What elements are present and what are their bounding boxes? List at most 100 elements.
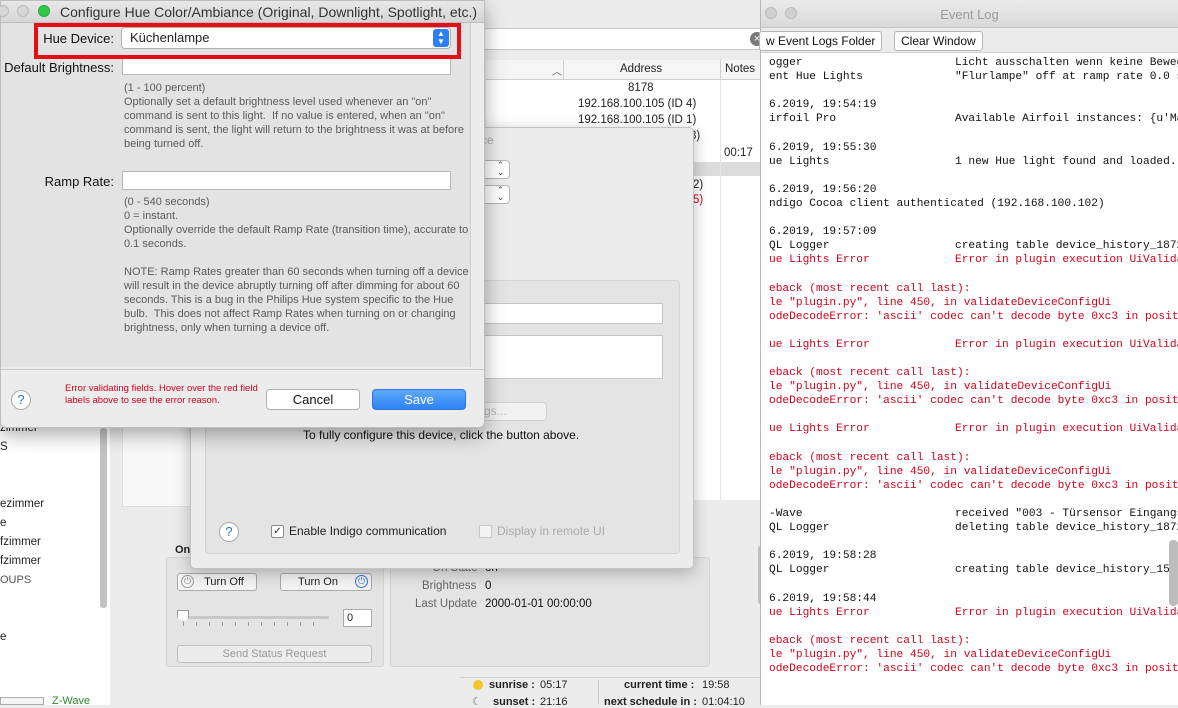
type-popup[interactable]: ⌃ ⌄ [481, 160, 510, 179]
clear-window-button[interactable]: Clear Window [894, 31, 983, 51]
device-info-panel: On State on Brightness 0 Last Update 200… [390, 557, 710, 667]
slider-ticks [183, 622, 323, 626]
log-message: creating table device_history_1872653 [955, 240, 1178, 253]
event-log-titlebar: Event Log [761, 0, 1178, 28]
log-source: eback (most recent call last): [769, 634, 971, 647]
configure-hue-dialog: Configure Hue Color/Ambiance (Original, … [0, 0, 486, 429]
help-icon[interactable]: ? [11, 390, 31, 410]
sidebar-item[interactable]: fzimmer [0, 536, 41, 548]
log-message: creating table device_history_1546112 [955, 564, 1178, 577]
log-message: received "003 - Türsensor Eingangstür [955, 508, 1178, 520]
table-row[interactable]: 192.168.100.105 (ID 4) [486, 97, 770, 113]
brightness-slider[interactable] [179, 616, 329, 619]
sunset-value: 21:16 [540, 696, 568, 708]
brightness-level-field[interactable]: 0 [343, 609, 372, 627]
log-source: odeDecodeError: 'ascii' codec can't deco… [769, 663, 1178, 676]
log-source: odeDecodeError: 'ascii' codec can't deco… [769, 479, 1178, 492]
sidebar-item[interactable]: e [0, 517, 6, 529]
save-button[interactable]: Save [372, 389, 466, 410]
window-minimize-icon[interactable] [0, 5, 9, 17]
window-zoom-icon[interactable] [38, 5, 50, 17]
sun-icon [473, 680, 483, 690]
default-brightness-label: Default Brightness: [4, 60, 114, 75]
dialog-footer: ? Error validating fields. Hover over th… [1, 369, 486, 429]
log-line: QL Logger deleting table device_history_1… [769, 521, 1178, 535]
sunset-label: sunset : [493, 696, 536, 708]
cancel-button[interactable]: Cancel [266, 389, 360, 410]
list-area [122, 425, 192, 507]
log-line: ndigo Cocoa client authenticated (192.16… [769, 197, 1178, 211]
sidebar-item[interactable]: S [0, 441, 8, 453]
default-brightness-field[interactable] [122, 59, 451, 75]
log-message: Available Airfoil instances: {u'MacPro [955, 113, 1178, 126]
column-notes[interactable]: Notes [725, 63, 755, 75]
turn-off-button[interactable]: ⏻ Turn Off [177, 573, 257, 591]
edit-device-settings-button[interactable]: gs... [481, 402, 547, 421]
column-divider [720, 80, 721, 500]
log-line: 6.2019, 19:55:30 [769, 141, 1178, 155]
column-address[interactable]: Address [620, 63, 662, 75]
device-table-header: ︿ Address Notes [486, 60, 770, 80]
search-input[interactable]: × [480, 28, 768, 50]
power-on-icon: ⏻ [355, 575, 368, 588]
zwave-label: Z-Wave [52, 695, 91, 707]
log-source: ue Lights Error [769, 423, 870, 436]
log-source: QL Logger [769, 240, 830, 253]
log-line: odeDecodeError: 'ascii' codec can't deco… [769, 479, 1178, 493]
event-log-window: Event Log w Event Logs Folder Clear Wind… [759, 0, 1178, 705]
last-update-label: Last Update [415, 598, 478, 610]
sidebar-footer-field[interactable] [0, 697, 44, 705]
window-minimize-icon[interactable] [17, 5, 29, 17]
status-divider [598, 680, 599, 704]
log-source: le "plugin.py", line 450, in validateDev… [769, 465, 1112, 478]
log-scrollbar[interactable] [1169, 540, 1178, 606]
log-source: ndigo Cocoa client authenticated (192.16… [769, 197, 1105, 210]
log-line: ue Lights Error Error in plugin execution… [769, 253, 1178, 267]
name-field[interactable] [481, 303, 663, 324]
log-source: odeDecodeError: 'ascii' codec can't deco… [769, 310, 1178, 323]
description-field[interactable] [481, 335, 663, 379]
remote-ui-checkbox[interactable] [479, 525, 492, 538]
log-line: 6.2019, 19:56:20 [769, 183, 1178, 197]
help-icon[interactable]: ? [219, 522, 239, 542]
ramp-rate-field[interactable] [122, 171, 451, 190]
sidebar-scrollbar[interactable] [100, 428, 107, 608]
sort-chevron-icon[interactable]: ︿ [552, 63, 562, 78]
sidebar-group-header[interactable]: OUPS [0, 574, 31, 586]
model-popup[interactable]: ⌃ ⌄ [481, 185, 510, 204]
show-event-logs-folder-button[interactable]: w Event Logs Folder [759, 31, 882, 51]
moon-icon: ☾ [472, 696, 482, 708]
turn-on-button[interactable]: Turn On ⏻ [280, 573, 372, 591]
log-source: 6.2019, 19:58:28 [769, 550, 877, 563]
log-line: le "plugin.py", line 450, in validateDev… [769, 296, 1178, 310]
address-cell: 2) [693, 179, 704, 191]
log-line: QL Logger creating table device_history_1… [769, 239, 1178, 253]
log-source: ue Lights [769, 155, 830, 168]
enable-communication-checkbox[interactable]: ✓ [271, 525, 284, 538]
config-note: To fully configure this device, click th… [303, 428, 580, 442]
log-line: 6.2019, 19:58:28 [769, 549, 1178, 563]
popup-arrows-icon: ⌃ ⌄ [496, 160, 505, 177]
log-line: le "plugin.py", line 450, in validateDev… [769, 465, 1178, 479]
log-source: le "plugin.py", line 450, in validateDev… [769, 296, 1112, 309]
log-source: le "plugin.py", line 450, in validateDev… [769, 648, 1112, 661]
log-line: eback (most recent call last): [769, 451, 1178, 465]
dialog-title: Configure Hue Color/Ambiance (Original, … [60, 4, 478, 20]
log-source: QL Logger [769, 522, 830, 535]
log-message: "Flurlampe" off at ramp rate 0.0 sec. [955, 71, 1178, 84]
sidebar-item[interactable]: ezimmer [0, 498, 44, 510]
log-message: Error in plugin execution UiValidate: [955, 606, 1178, 619]
status-bar: sunrise : 05:17 ☾ sunset : 21:16 current… [460, 677, 770, 708]
brightness-slider-thumb[interactable] [177, 610, 189, 622]
table-row[interactable]: 8178 [486, 80, 770, 96]
send-status-request-button[interactable]: Send Status Request [177, 645, 372, 663]
sidebar-item[interactable]: fzimmer [0, 555, 41, 567]
sidebar-item[interactable]: e [0, 631, 6, 643]
